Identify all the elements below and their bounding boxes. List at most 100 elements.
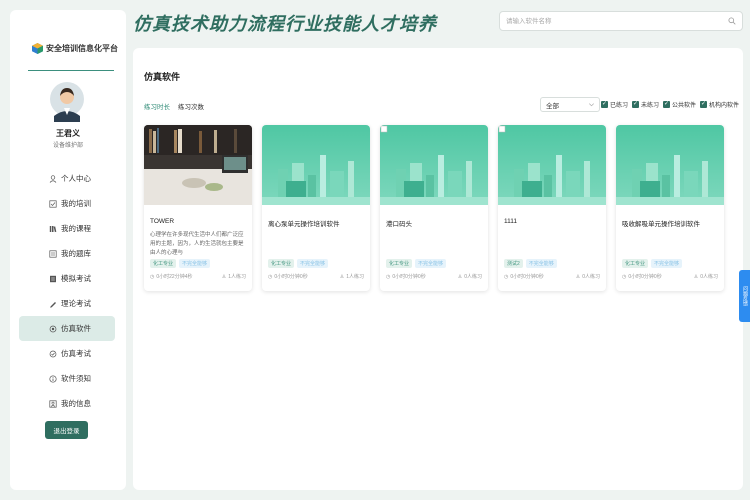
software-card[interactable]: 1111 测试2 不完全能够 ◷ 0小时0分钟0秒 ♙ 0人练习 xyxy=(498,125,606,291)
card-thumbnail-factory-illustration xyxy=(616,125,724,205)
brand: 安全培训信息化平台 xyxy=(32,43,118,54)
practice-time: 0小时0分钟0秒 xyxy=(510,274,544,280)
profile-icon xyxy=(49,399,57,408)
training-icon xyxy=(49,199,57,208)
practice-count: 0人练习 xyxy=(582,274,600,280)
page-title: 仿真技术助力流程行业技能人才培养 xyxy=(133,14,437,35)
menu-item-simulation-software[interactable]: 仿真软件 xyxy=(19,316,115,341)
menu-item-label: 模拟考试 xyxy=(61,274,91,283)
checkbox-checked-icon: ✓ xyxy=(700,101,708,108)
search-input[interactable] xyxy=(500,12,720,30)
tag: 化工专业 xyxy=(150,259,177,268)
feedback-floating-button[interactable]: 问题反馈 xyxy=(739,270,750,322)
card-title: 吸收解吸单元操作培训软件 xyxy=(622,221,700,228)
practice-count: 1人练习 xyxy=(228,274,246,280)
clock-icon: ◷ xyxy=(268,274,273,280)
section-title: 仿真软件 xyxy=(144,72,181,82)
practice-time: 0小时0分钟0秒 xyxy=(628,274,662,280)
card-thumbnail-factory-illustration xyxy=(262,125,370,205)
card-thumbnail-factory-illustration xyxy=(498,125,606,205)
brand-divider xyxy=(28,70,114,71)
user-icon xyxy=(49,174,57,183)
avatar xyxy=(50,82,84,122)
card-meta: ◷ 0小时0分钟0秒 ♙ 0人练习 xyxy=(504,273,600,280)
tag: 不完全能够 xyxy=(415,259,447,268)
sort-by-count[interactable]: 练习次数 xyxy=(178,101,204,111)
user-name: 王君义 xyxy=(56,129,80,138)
info-icon xyxy=(49,374,57,383)
menu-item-label: 我的信息 xyxy=(61,399,91,408)
menu-item-personal-center[interactable]: 个人中心 xyxy=(19,166,115,191)
simulation-exam-icon xyxy=(49,350,57,357)
mock-exam-icon xyxy=(50,275,56,282)
search-box xyxy=(499,11,743,31)
clock-icon: ◷ xyxy=(622,274,627,280)
card-meta: ◷ 0小时0分钟0秒 ♙ 1人练习 xyxy=(268,273,364,280)
practice-time: 0小时0分钟0秒 xyxy=(392,274,426,280)
menu-item-label: 我的课程 xyxy=(61,224,91,233)
menu-item-label: 仿真软件 xyxy=(61,324,91,333)
card-tags: 化工专业 不完全能够 xyxy=(268,259,329,268)
user-icon: ♙ xyxy=(221,274,227,280)
practice-count: 0人练习 xyxy=(700,274,718,280)
menu-item-my-info[interactable]: 我的信息 xyxy=(19,391,115,416)
card-title: TOWER xyxy=(150,218,175,225)
simulation-icon xyxy=(49,325,57,332)
software-card[interactable]: 港口码头 化工专业 不完全能够 ◷ 0小时0分钟0秒 ♙ 0人练习 xyxy=(380,125,488,291)
software-card[interactable]: 吸收解吸单元操作培训软件 化工专业 不完全能够 ◷ 0小时0分钟0秒 ♙ 0人练习 xyxy=(616,125,724,291)
tag: 不完全能够 xyxy=(179,259,211,268)
search-icon[interactable] xyxy=(728,17,736,25)
card-meta: ◷ 0小时0分钟0秒 ♙ 0人练习 xyxy=(386,273,482,280)
theory-exam-icon xyxy=(50,301,56,307)
filter-public-software[interactable]: ✓ 公共软件 xyxy=(663,100,696,109)
clock-icon: ◷ xyxy=(386,274,391,280)
sort-bar: 练习时长 练习次数 xyxy=(144,101,204,111)
menu-item-label: 我的培训 xyxy=(61,199,91,208)
menu-item-label: 我的题库 xyxy=(61,249,91,258)
filter-unpracticed[interactable]: ✓ 未练习 xyxy=(632,100,659,109)
tag: 不完全能够 xyxy=(297,259,329,268)
logout-button[interactable]: 退出登录 xyxy=(45,421,88,439)
filter-internal-software[interactable]: ✓ 机构内软件 xyxy=(700,100,739,109)
menu-item-software-notice[interactable]: 软件须知 xyxy=(19,366,115,391)
main-panel: 仿真软件 练习时长 练习次数 全部 ✓ 已练习 ✓ 未练习 ✓ 公共软件 ✓ 机构内软件 xyxy=(133,48,743,490)
menu-item-mock-exam[interactable]: 模拟考试 xyxy=(19,266,115,291)
practice-count: 1人练习 xyxy=(346,274,364,280)
practice-time: 0小时22分钟4秒 xyxy=(156,274,193,280)
menu-item-label: 软件须知 xyxy=(61,374,91,383)
clock-icon: ◷ xyxy=(150,274,155,280)
card-thumbnail-factory-illustration xyxy=(380,125,488,205)
menu-item-question-bank[interactable]: 我的题库 xyxy=(19,241,115,266)
sidebar: 安全培训信息化平台 王君义 设备维护部 个人中心 我的培训 我的课程 我的题库 … xyxy=(10,10,126,490)
filter-practiced[interactable]: ✓ 已练习 xyxy=(601,100,628,109)
filter-select[interactable]: 全部 xyxy=(540,97,600,112)
software-card[interactable]: 离心泵单元操作培训软件 化工专业 不完全能够 ◷ 0小时0分钟0秒 ♙ 1人练习 xyxy=(262,125,370,291)
menu-item-my-training[interactable]: 我的培训 xyxy=(19,191,115,216)
course-icon xyxy=(49,225,57,232)
software-card[interactable]: TOWER 心理学在许多现代生活中人们都广泛应用的主题，因为，人的生活就包主要是… xyxy=(144,125,252,291)
user-icon: ♙ xyxy=(693,274,699,280)
tag: 化工专业 xyxy=(386,259,413,268)
tag: 测试2 xyxy=(504,259,523,268)
card-thumbnail-desk-photo xyxy=(144,125,252,205)
question-bank-icon xyxy=(49,249,57,258)
feedback-label: 问题反馈 xyxy=(742,286,748,306)
menu-item-theory-exam[interactable]: 理论考试 xyxy=(19,291,115,316)
card-tags: 化工专业 不完全能够 xyxy=(386,259,447,268)
menu-item-label: 个人中心 xyxy=(61,174,91,183)
checkbox-checked-icon: ✓ xyxy=(601,101,608,108)
chevron-down-icon xyxy=(589,103,594,107)
card-tags: 化工专业 不完全能够 xyxy=(150,259,211,268)
menu-item-my-courses[interactable]: 我的课程 xyxy=(19,216,115,241)
side-menu: 个人中心 我的培训 我的课程 我的题库 模拟考试 理论考试 仿真软件 仿真考试 xyxy=(19,166,115,416)
user-icon: ♙ xyxy=(575,274,581,280)
user-icon: ♙ xyxy=(339,274,345,280)
tag: 化工专业 xyxy=(622,259,649,268)
sort-by-duration[interactable]: 练习时长 xyxy=(144,101,170,111)
platform-logo-icon xyxy=(32,43,43,54)
card-tags: 化工专业 不完全能够 xyxy=(622,259,683,268)
card-meta: ◷ 0小时0分钟0秒 ♙ 0人练习 xyxy=(622,273,718,280)
checkbox-checked-icon: ✓ xyxy=(663,101,671,108)
card-title: 离心泵单元操作培训软件 xyxy=(268,221,340,228)
menu-item-simulation-exam[interactable]: 仿真考试 xyxy=(19,341,115,366)
